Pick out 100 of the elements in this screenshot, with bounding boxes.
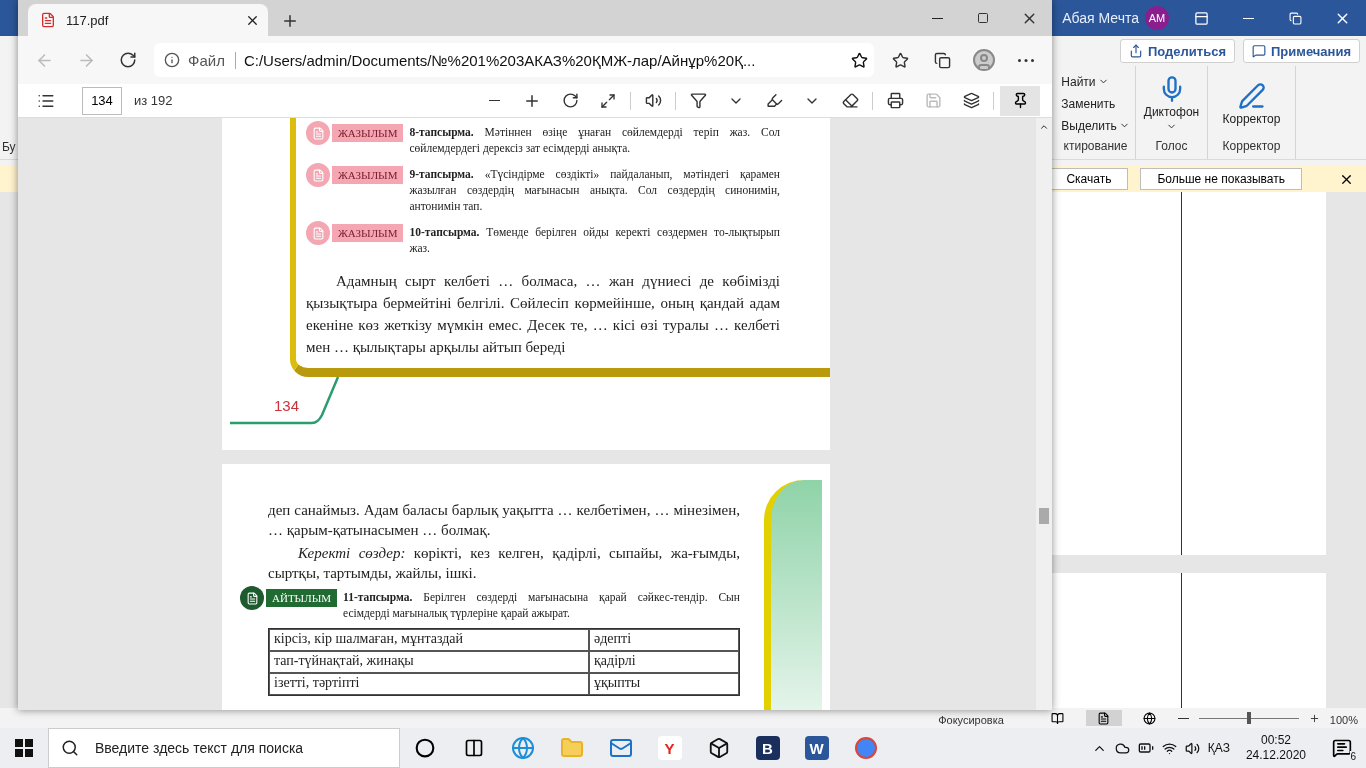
group-label: Корректор — [1222, 139, 1281, 155]
maximize-icon — [977, 12, 989, 24]
slider-thumb[interactable] — [1246, 712, 1251, 724]
taskbar-app-button[interactable]: W — [792, 728, 841, 768]
minimize-icon — [1243, 17, 1254, 19]
browser-tab[interactable]: 117.pdf — [28, 4, 268, 36]
wifi-icon — [1161, 740, 1177, 756]
body-paragraph: Адамның сырт келбеті … болмаса, … жан дүниесі де көбімізді қызықтыра бермейтіні белгілі. Сөйлесіп көрмейінше, оның қандай адам екеніне көз жеткізу мүмкін емес. Десек те, … кісі өзі туралы … келбеті мен … қылықтары арқылы айтып береді — [306, 272, 780, 357]
search-bar[interactable]: Введите здесь текст для поиска — [48, 728, 400, 768]
ribbon-command[interactable]: Заменить — [1061, 92, 1116, 115]
star-list-icon — [891, 51, 909, 69]
notification-count: 6 — [1350, 751, 1356, 762]
section-label: ЖАЗЫЛЫМ — [332, 124, 404, 142]
book-icon — [1051, 711, 1065, 725]
save-as-icon — [962, 92, 980, 109]
infobar-button[interactable]: Скачать — [1049, 168, 1129, 190]
section-label: ЖАЗЫЛЫМ — [332, 166, 404, 184]
task-icon — [306, 163, 330, 187]
browser-icon — [510, 736, 535, 760]
editor-button[interactable]: Корректор — [1218, 79, 1285, 128]
task-text: 8-тапсырма. Мәтіннен өзіңе ұнаған сөйлемдерді теріп жаз. Сол сөйлемдердегі дерексіз зат есімдерді анықта. — [409, 125, 780, 156]
folder-icon — [559, 736, 584, 760]
more-icon — [1018, 58, 1034, 62]
language-indicator[interactable]: ҚАЗ — [1207, 741, 1230, 755]
eraser-icon — [841, 92, 859, 109]
scroll-thumb[interactable] — [1039, 508, 1049, 524]
box-icon — [707, 737, 730, 759]
plus-icon — [281, 12, 299, 30]
tab-title: 117.pdf — [66, 12, 110, 28]
taskbar-app-button[interactable]: B — [743, 728, 792, 768]
app-letter-icon: B — [755, 736, 780, 760]
reload-icon — [119, 51, 137, 69]
task-icon — [306, 221, 330, 245]
body-paragraph: деп санаймыз. Адам баласы барлық уақытта … келбетімен, … мінезімен, … қарым-қатынасымен … болмақ. — [268, 501, 740, 540]
share-icon — [1128, 44, 1143, 58]
printer-icon — [886, 92, 904, 109]
minus-icon — [488, 100, 500, 101]
pin-button[interactable] — [1000, 85, 1040, 116]
avatar-icon — [972, 48, 996, 72]
page-number-field[interactable]: 134 — [82, 86, 122, 115]
save-icon — [924, 92, 942, 109]
user-avatar: AM — [1145, 6, 1169, 30]
dictate-button[interactable]: Диктофон — [1139, 73, 1204, 134]
ribbon-command[interactable]: Выделить — [1061, 114, 1130, 137]
clock-date: 24.12.2020 — [1245, 748, 1306, 763]
rotate-icon — [561, 92, 579, 109]
info-icon — [164, 52, 180, 68]
favorite-star-icon — [851, 51, 868, 69]
mail-icon — [608, 736, 633, 760]
windows-icon — [15, 739, 33, 757]
body-paragraph: Керекті сөздер: көрікті, кез келген, қадірлі, сыпайы, жа-ғымды, сыртқы, тартымды, жайлы, ішкі. — [268, 544, 740, 583]
battery-icon — [1137, 740, 1154, 756]
share-button[interactable]: Поделиться — [1119, 39, 1235, 63]
task-view-icon — [463, 738, 484, 758]
infobar-button[interactable]: Больше не показывать — [1140, 168, 1302, 190]
pdf-icon — [40, 12, 56, 28]
table-cell: кірсіз, кір шалмаған, мұнтаздай — [269, 629, 589, 651]
volume-icon — [1184, 740, 1200, 756]
zoom-reading: 100% — [1329, 714, 1358, 726]
cloud-icon — [1114, 740, 1130, 756]
highlighter-icon — [765, 92, 783, 109]
scroll-up-icon — [1039, 122, 1049, 132]
search-field[interactable]: Введите здесь текст для поиска — [93, 739, 399, 757]
text-fragment: Бу — [2, 140, 16, 154]
task-icon — [240, 586, 264, 610]
clock[interactable]: 00:52 24.12.2020 — [1237, 733, 1314, 763]
collections-icon — [933, 51, 951, 69]
notification-icon — [1332, 738, 1352, 758]
ribbon-display-icon — [1194, 10, 1209, 26]
comment-icon — [1252, 44, 1266, 58]
fit-icon — [600, 92, 616, 109]
ribbon-command[interactable]: Найти — [1061, 70, 1109, 93]
page-number: 134 — [274, 397, 300, 414]
circle-icon — [414, 738, 435, 758]
minimize-icon — [931, 17, 943, 19]
page-count: из 192 — [134, 93, 173, 108]
task-text: 9-тапсырма. «Түсіндірме сөздікті» пайдаланып, мәтіндегі қарамен жазылған сөздердің мағынасын анықта. Сол сөздердің синонимін, антонимін тап. — [409, 167, 780, 214]
url-text: C:/Users/admin/Documents/№%201%203АКАЗ%20ҚМЖ-лар/Айнұр%20Қ... — [243, 51, 757, 69]
group-label: Голос — [1155, 139, 1188, 155]
address-label: Файл — [188, 51, 236, 69]
task-icon — [306, 121, 330, 145]
notifications-button[interactable]: 6 — [1322, 728, 1362, 768]
scroll-bar[interactable] — [1036, 118, 1052, 710]
restore-icon — [1289, 11, 1302, 25]
task-text: 10-тапсырма. Төменде берілген ойды керекті сөздермен то-лықтырып жаз. — [409, 225, 780, 256]
focus-mode-label[interactable]: Фокусировка — [938, 714, 1004, 726]
table-cell: тап-түйнақтай, жинақы — [269, 651, 589, 673]
section-label: АЙТЫЛЫМ — [266, 589, 338, 607]
zoom-in-icon — [1308, 713, 1320, 724]
address-bar[interactable]: Файл C:/Users/admin/Documents/№%201%203АКАЗ%20ҚМЖ-лар/Айнұр%20Қ... — [154, 43, 874, 77]
table-cell: ізетті, тәртіпті — [269, 673, 589, 695]
clock-time: 00:52 — [1260, 733, 1291, 748]
comments-button[interactable]: Примечания — [1243, 39, 1360, 63]
taskbar-app-button[interactable]: Y — [645, 728, 694, 768]
speaker-icon — [644, 92, 662, 109]
table-cell: әдепті — [589, 629, 739, 651]
view-button[interactable] — [1085, 710, 1122, 726]
page-icon — [1097, 711, 1111, 725]
group-label: ктирование — [1063, 139, 1128, 155]
word-icon: W — [804, 736, 829, 760]
